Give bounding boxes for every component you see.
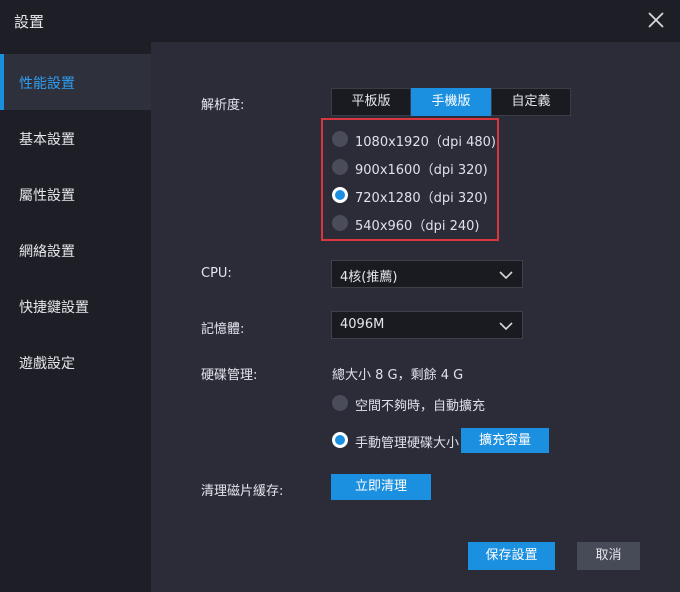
disk-option-label: 空間不夠時，自動擴充: [355, 399, 486, 414]
sidebar-item-properties[interactable]: 屬性設置: [0, 166, 151, 222]
disk-label: 硬碟管理:: [201, 368, 258, 383]
memory-value: 4096M: [340, 317, 385, 332]
disk-radio-auto[interactable]: [332, 395, 348, 411]
sidebar-item-basic[interactable]: 基本設置: [0, 110, 151, 166]
close-icon[interactable]: [642, 6, 670, 34]
sidebar: 性能設置 基本設置 屬性設置 網絡設置 快捷鍵設置 遊戲設定: [0, 42, 151, 592]
clear-cache-button[interactable]: 立即清理: [331, 474, 431, 500]
window-title: 設置: [14, 13, 45, 31]
memory-select[interactable]: 4096M: [331, 311, 523, 339]
resolution-option-label: 900x1600（dpi 320): [355, 163, 488, 178]
tab-custom[interactable]: 自定義: [491, 88, 571, 116]
sidebar-item-label: 網絡設置: [19, 244, 75, 260]
cpu-select[interactable]: 4核(推薦): [331, 260, 523, 288]
resolution-option-label: 720x1280（dpi 320): [355, 191, 488, 206]
resolution-radio-900[interactable]: [332, 159, 348, 175]
expand-capacity-button[interactable]: 擴充容量: [461, 428, 549, 453]
cpu-label: CPU:: [201, 266, 232, 281]
resolution-option-label: 540x960（dpi 240): [355, 219, 480, 234]
resolution-radio-540[interactable]: [332, 215, 348, 231]
disk-option-label: 手動管理硬碟大小: [355, 436, 460, 451]
sidebar-item-network[interactable]: 網絡設置: [0, 222, 151, 278]
sidebar-item-label: 基本設置: [19, 132, 75, 148]
resolution-label: 解析度:: [201, 98, 245, 113]
resolution-option-label: 1080x1920（dpi 480): [355, 135, 496, 150]
save-button[interactable]: 保存設置: [468, 542, 555, 570]
title-bar: 設置: [0, 0, 680, 42]
resolution-radio-1080[interactable]: [332, 131, 348, 147]
memory-label: 記憶體:: [201, 322, 245, 337]
sidebar-item-performance[interactable]: 性能設置: [0, 54, 151, 110]
sidebar-item-label: 性能設置: [19, 76, 75, 92]
cpu-value: 4核(推薦): [340, 270, 398, 285]
sidebar-item-label: 遊戲設定: [19, 356, 75, 372]
tab-tablet[interactable]: 平板版: [331, 88, 411, 116]
sidebar-item-label: 快捷鍵設置: [19, 300, 89, 316]
sidebar-item-game[interactable]: 遊戲設定: [0, 334, 151, 390]
disk-radio-manual[interactable]: [332, 432, 348, 448]
sidebar-item-shortcuts[interactable]: 快捷鍵設置: [0, 278, 151, 334]
cache-label: 清理磁片緩存:: [201, 484, 284, 499]
disk-summary: 總大小 8 G，剩餘 4 G: [332, 368, 464, 383]
chevron-down-icon: [499, 322, 513, 331]
sidebar-item-label: 屬性設置: [19, 188, 75, 204]
cancel-button[interactable]: 取消: [577, 542, 640, 570]
resolution-radio-720[interactable]: [332, 187, 348, 203]
chevron-down-icon: [499, 271, 513, 280]
tab-phone[interactable]: 手機版: [411, 88, 491, 116]
